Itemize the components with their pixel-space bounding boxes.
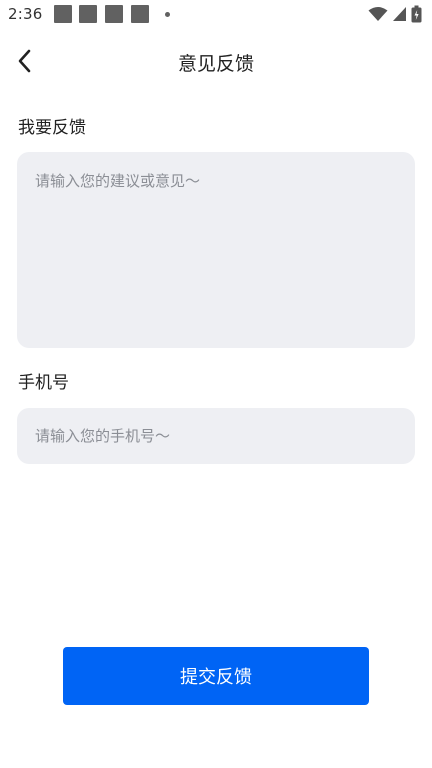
notification-icon — [131, 5, 149, 23]
notification-icon — [79, 5, 97, 23]
page-title: 意见反馈 — [177, 53, 254, 75]
status-time: 2:36 — [8, 5, 43, 23]
notification-icon — [105, 5, 123, 23]
phone-label: 手机号 — [18, 373, 69, 393]
battery-icon — [411, 5, 422, 23]
more-notifications-dot-icon — [165, 12, 170, 17]
signal-icon — [393, 7, 406, 21]
status-bar: 2:36 — [0, 0, 432, 30]
feedback-textarea[interactable] — [17, 152, 415, 348]
submit-feedback-button[interactable]: 提交反馈 — [63, 647, 369, 705]
notification-icon — [54, 5, 72, 23]
header: 意见反馈 — [0, 38, 432, 84]
phone-input[interactable] — [17, 408, 415, 464]
wifi-icon — [368, 7, 388, 21]
status-icons — [368, 5, 422, 23]
feedback-label: 我要反馈 — [18, 118, 86, 138]
